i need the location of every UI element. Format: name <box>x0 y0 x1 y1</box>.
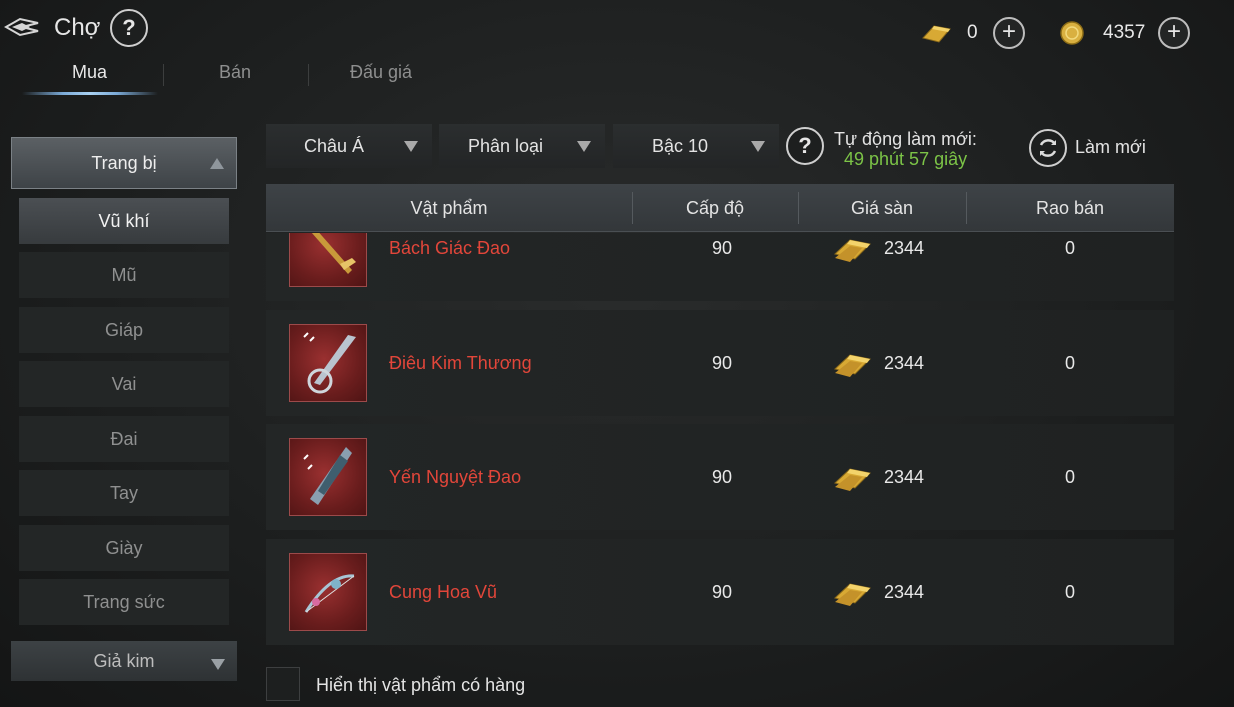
sidebar-item-armor[interactable]: Giáp <box>19 307 229 353</box>
item-name: Điêu Kim Thương <box>389 353 532 373</box>
sidebar-item-boots[interactable]: Giày <box>19 525 229 571</box>
chevron-down-icon <box>211 659 225 670</box>
sidebar-item-label: Tay <box>109 482 138 503</box>
tab-sell[interactable]: Bán <box>219 62 251 83</box>
sword-icon <box>289 233 367 287</box>
coin-amount: 4357 <box>1103 22 1146 43</box>
tier-dropdown-value: Bậc 10 <box>652 135 709 156</box>
sidebar-item-belt[interactable]: Đai <box>19 416 229 462</box>
sidebar-item-shoulder[interactable]: Vai <box>19 361 229 407</box>
auto-refresh-label: Tự động làm mới: <box>834 129 977 149</box>
item-listing-count: 0 <box>1064 353 1075 373</box>
show-in-stock-label: Hiển thị vật phẩm có hàng <box>316 675 526 695</box>
auto-refresh-help-icon[interactable]: ? <box>786 127 824 165</box>
sidebar-category-label: Giả kim <box>93 650 155 671</box>
coin-icon <box>1058 20 1086 46</box>
item-listing-count: 0 <box>1064 467 1075 487</box>
item-price: 2344 <box>884 238 925 258</box>
add-coin-button[interactable]: + <box>1158 17 1190 49</box>
add-gold-bar-button[interactable]: + <box>993 17 1025 49</box>
gold-bar-icon <box>832 349 872 379</box>
tab-divider <box>163 64 164 86</box>
gold-bar-icon <box>920 20 952 46</box>
gold-bar-icon <box>832 463 872 493</box>
category-dropdown-value: Phân loại <box>468 135 544 156</box>
sidebar-item-label: Vũ khí <box>98 210 150 231</box>
tier-dropdown[interactable]: Bậc 10 <box>613 124 779 168</box>
sidebar-category-label: Trang bị <box>91 152 157 173</box>
item-level: 90 <box>711 467 733 487</box>
sidebar-item-gloves[interactable]: Tay <box>19 470 229 516</box>
sidebar-item-label: Giày <box>105 537 143 558</box>
region-dropdown-value: Châu Á <box>304 135 365 156</box>
spear-icon <box>289 324 367 402</box>
sidebar-item-helmet[interactable]: Mũ <box>19 252 229 298</box>
item-price: 2344 <box>884 467 925 487</box>
column-header-listings: Rao bán <box>1035 197 1105 218</box>
sidebar-category-equipment[interactable]: Trang bị <box>11 137 237 189</box>
sidebar-item-label: Trang sức <box>83 591 165 612</box>
category-dropdown[interactable]: Phân loại <box>439 124 605 168</box>
item-name: Cung Hoa Vũ <box>389 582 498 602</box>
refresh-button[interactable]: Làm mới <box>1075 137 1146 158</box>
sidebar-category-alchemy[interactable]: Giả kim <box>11 641 237 681</box>
chevron-down-icon <box>577 141 591 152</box>
item-price: 2344 <box>884 582 925 602</box>
column-header-floor-price: Giá sàn <box>850 197 914 218</box>
page-title: Chợ <box>54 14 101 41</box>
sidebar-item-label: Vai <box>111 373 137 394</box>
item-level: 90 <box>711 238 733 258</box>
region-dropdown[interactable]: Châu Á <box>266 124 432 168</box>
sidebar-item-jewelry[interactable]: Trang sức <box>19 579 229 625</box>
sidebar-item-label: Mũ <box>111 264 137 285</box>
bow-icon <box>289 553 367 631</box>
blade-icon <box>289 438 367 516</box>
tab-buy[interactable]: Mua <box>72 62 107 83</box>
show-in-stock-checkbox[interactable] <box>266 667 300 701</box>
help-icon[interactable]: ? <box>110 9 148 47</box>
back-icon[interactable] <box>3 16 40 38</box>
tab-auction[interactable]: Đấu giá <box>350 62 412 83</box>
sidebar-item-weapon[interactable]: Vũ khí <box>19 198 229 244</box>
item-listing-count: 0 <box>1064 238 1075 258</box>
chevron-down-icon <box>404 141 418 152</box>
refresh-icon[interactable] <box>1029 129 1067 167</box>
item-list[interactable]: Bách Giác Đao 90 2344 0 Điêu Kim Thương … <box>266 233 1174 647</box>
chevron-down-icon <box>751 141 765 152</box>
sidebar-item-label: Giáp <box>104 319 144 340</box>
item-level: 90 <box>711 353 733 373</box>
table-header: Vật phẩm Cấp độ Giá sàn Rao bán <box>266 184 1174 232</box>
tab-divider <box>308 64 309 86</box>
column-header-item: Vật phẩm <box>410 197 488 218</box>
chevron-up-icon <box>210 158 224 169</box>
item-name: Yến Nguyệt Đao <box>389 467 522 487</box>
table-row[interactable]: Bách Giác Đao 90 2344 0 <box>266 233 1174 301</box>
item-price: 2344 <box>884 353 925 373</box>
table-row[interactable]: Điêu Kim Thương 90 2344 0 <box>266 310 1174 416</box>
item-name: Bách Giác Đao <box>389 238 511 258</box>
item-level: 90 <box>711 582 733 602</box>
gold-bar-icon <box>832 578 872 608</box>
gold-bar-icon <box>832 234 872 264</box>
auto-refresh-timer: 49 phút 57 giây <box>844 149 968 169</box>
item-listing-count: 0 <box>1064 582 1075 602</box>
table-row[interactable]: Yến Nguyệt Đao 90 2344 0 <box>266 424 1174 530</box>
gold-bar-amount: 0 <box>967 22 978 43</box>
column-header-level: Cấp độ <box>685 197 745 218</box>
sidebar-item-label: Đai <box>110 428 138 449</box>
table-row[interactable]: Cung Hoa Vũ 90 2344 0 <box>266 539 1174 645</box>
active-tab-underline <box>22 92 158 95</box>
